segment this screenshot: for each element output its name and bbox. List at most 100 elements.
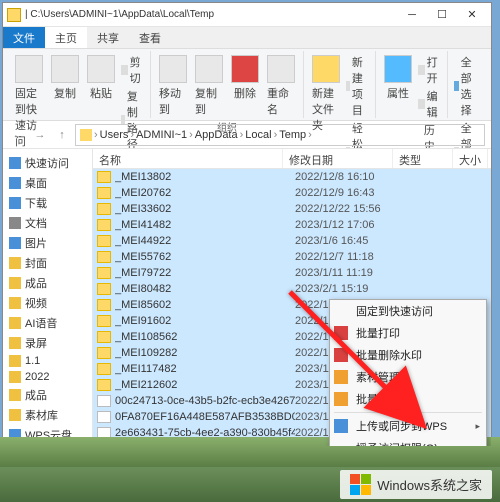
sidebar-item[interactable]: 成品 — [5, 273, 90, 293]
close-button[interactable]: ✕ — [457, 4, 487, 26]
sidebar-item[interactable]: 素材库 — [5, 405, 90, 425]
file-row[interactable]: _MEI449222023/1/6 16:45 — [93, 233, 491, 249]
sidebar-item[interactable]: 成品 — [5, 385, 90, 405]
menu-item[interactable]: 固定到快速访问 — [330, 300, 486, 322]
file-name: _MEI33602 — [115, 203, 295, 215]
sidebar-label: 成品 — [25, 387, 47, 403]
tab-view[interactable]: 查看 — [129, 27, 171, 48]
file-row[interactable]: _MEI207622022/12/9 16:43 — [93, 185, 491, 201]
folder-icon — [97, 379, 111, 391]
rename-button[interactable]: 重命名 — [265, 53, 297, 119]
forward-button[interactable]: → — [31, 126, 49, 144]
sidebar-item[interactable]: 图片 — [5, 233, 90, 253]
sidebar-item[interactable]: 下载 — [5, 193, 90, 213]
folder-icon — [97, 299, 111, 311]
sidebar-item[interactable]: 录屏 — [5, 333, 90, 353]
minimize-button[interactable]: ─ — [397, 4, 427, 26]
file-name: _MEI85602 — [115, 299, 295, 311]
column-headers[interactable]: 名称 修改日期 类型 大小 — [93, 149, 491, 169]
folder-icon — [9, 409, 21, 421]
file-name: 0FA870EF16A448E587AFB3538BD043... — [115, 411, 295, 423]
paste-button[interactable]: 粘贴 — [85, 53, 117, 103]
sidebar-label: 素材库 — [25, 407, 58, 423]
menu-item[interactable]: 授予访问权限(G) — [330, 437, 486, 446]
menu-label: 上传或同步到WPS — [356, 418, 447, 434]
folder-icon — [9, 217, 21, 229]
sidebar-item[interactable]: 视频 — [5, 293, 90, 313]
ribbon-organize: 移动到 复制到 删除 重命名 组织 — [151, 51, 304, 118]
folder-icon — [9, 297, 21, 309]
file-row[interactable]: _MEI336022022/12/22 15:56 — [93, 201, 491, 217]
moveto-button[interactable]: 移动到 — [157, 53, 189, 119]
file-row[interactable]: _MEI138022022/12/8 16:10 — [93, 169, 491, 185]
folder-icon — [9, 177, 21, 189]
folder-icon — [9, 157, 21, 169]
sidebar-label: 1.1 — [25, 355, 40, 367]
file-date: 2022/12/9 16:43 — [295, 187, 405, 199]
file-date: 2023/1/12 17:06 — [295, 219, 405, 231]
menu-item[interactable]: 素材管理 — [330, 366, 486, 388]
folder-icon — [9, 355, 21, 367]
sidebar-label: 文档 — [25, 215, 47, 231]
sidebar-item[interactable]: 桌面 — [5, 173, 90, 193]
props-button[interactable]: 属性 — [382, 53, 414, 103]
menu-item[interactable]: 批量打印 — [330, 322, 486, 344]
sidebar-item[interactable]: AI语音 — [5, 313, 90, 333]
file-name: _MEI44922 — [115, 235, 295, 247]
folder-icon — [97, 203, 111, 215]
menu-item[interactable]: 上传或同步到WPS — [330, 415, 486, 437]
file-row[interactable]: _MEI414822023/1/12 17:06 — [93, 217, 491, 233]
file-name: _MEI91602 — [115, 315, 295, 327]
menu-label: 固定到快速访问 — [356, 303, 433, 319]
sidebar-label: 成品 — [25, 275, 47, 291]
newitem-button[interactable]: 新建项目 — [346, 53, 369, 119]
menu-icon — [334, 392, 348, 406]
selectall-button[interactable]: 全部选择 — [454, 53, 481, 119]
file-date: 2022/12/8 16:10 — [295, 171, 405, 183]
file-date: 2022/12/7 11:18 — [295, 251, 405, 263]
tab-file[interactable]: 文件 — [3, 27, 45, 48]
menu-label: 批量重命名 — [356, 391, 411, 407]
file-row[interactable]: _MEI557622022/12/7 11:18 — [93, 249, 491, 265]
file-date: 2023/1/6 16:45 — [295, 235, 405, 247]
sidebar-item[interactable]: 封面 — [5, 253, 90, 273]
file-name: _MEI117482 — [115, 363, 295, 375]
tab-share[interactable]: 共享 — [87, 27, 129, 48]
sidebar-item[interactable]: 1.1 — [5, 353, 90, 369]
cut-button[interactable]: 剪切 — [121, 53, 144, 87]
menu-label: 授予访问权限(G) — [356, 440, 438, 446]
file-date: 2023/1/11 11:19 — [295, 267, 405, 279]
file-icon — [97, 411, 111, 423]
file-row[interactable]: _MEI804822023/2/1 15:19 — [93, 281, 491, 297]
ribbon-clipboard: 固定到快速访问 复制 粘贴 剪切 复制路径 粘贴快捷方式 剪贴板 — [7, 51, 151, 118]
file-name: _MEI20762 — [115, 187, 295, 199]
sidebar-label: 视频 — [25, 295, 47, 311]
file-name: _MEI13802 — [115, 171, 295, 183]
folder-icon — [97, 235, 111, 247]
tab-home[interactable]: 主页 — [45, 27, 87, 48]
folder-icon — [9, 237, 21, 249]
delete-button[interactable]: 删除 — [229, 53, 261, 103]
breadcrumb[interactable]: ›Users ›ADMINI~1 ›AppData ›Local ›Temp › — [75, 124, 485, 146]
sidebar-item[interactable]: 2022 — [5, 369, 90, 385]
copyto-button[interactable]: 复制到 — [193, 53, 225, 119]
menu-item[interactable]: 批量重命名 — [330, 388, 486, 410]
folder-icon — [97, 347, 111, 359]
ribbon-open: 属性 打开 编辑 历史记录 打开 — [376, 51, 448, 118]
sidebar-item[interactable]: 文档 — [5, 213, 90, 233]
menu-label: 批量删除水印 — [356, 347, 422, 363]
open-button[interactable]: 打开 — [418, 53, 441, 87]
menu-item[interactable]: 批量删除水印 — [330, 344, 486, 366]
folder-icon — [9, 371, 21, 383]
file-row[interactable]: _MEI797222023/1/11 11:19 — [93, 265, 491, 281]
back-button[interactable]: ← — [9, 126, 27, 144]
maximize-button[interactable]: ☐ — [427, 4, 457, 26]
up-button[interactable]: ↑ — [53, 126, 71, 144]
sidebar-item[interactable]: 快速访问 — [5, 153, 90, 173]
menu-label: 素材管理 — [356, 369, 400, 385]
file-date: 2022/12/22 15:56 — [295, 203, 405, 215]
copy-button[interactable]: 复制 — [49, 53, 81, 103]
ribbon-tabs: 文件 主页 共享 查看 — [3, 27, 491, 49]
edit-button[interactable]: 编辑 — [418, 87, 441, 121]
menu-icon — [334, 419, 348, 433]
